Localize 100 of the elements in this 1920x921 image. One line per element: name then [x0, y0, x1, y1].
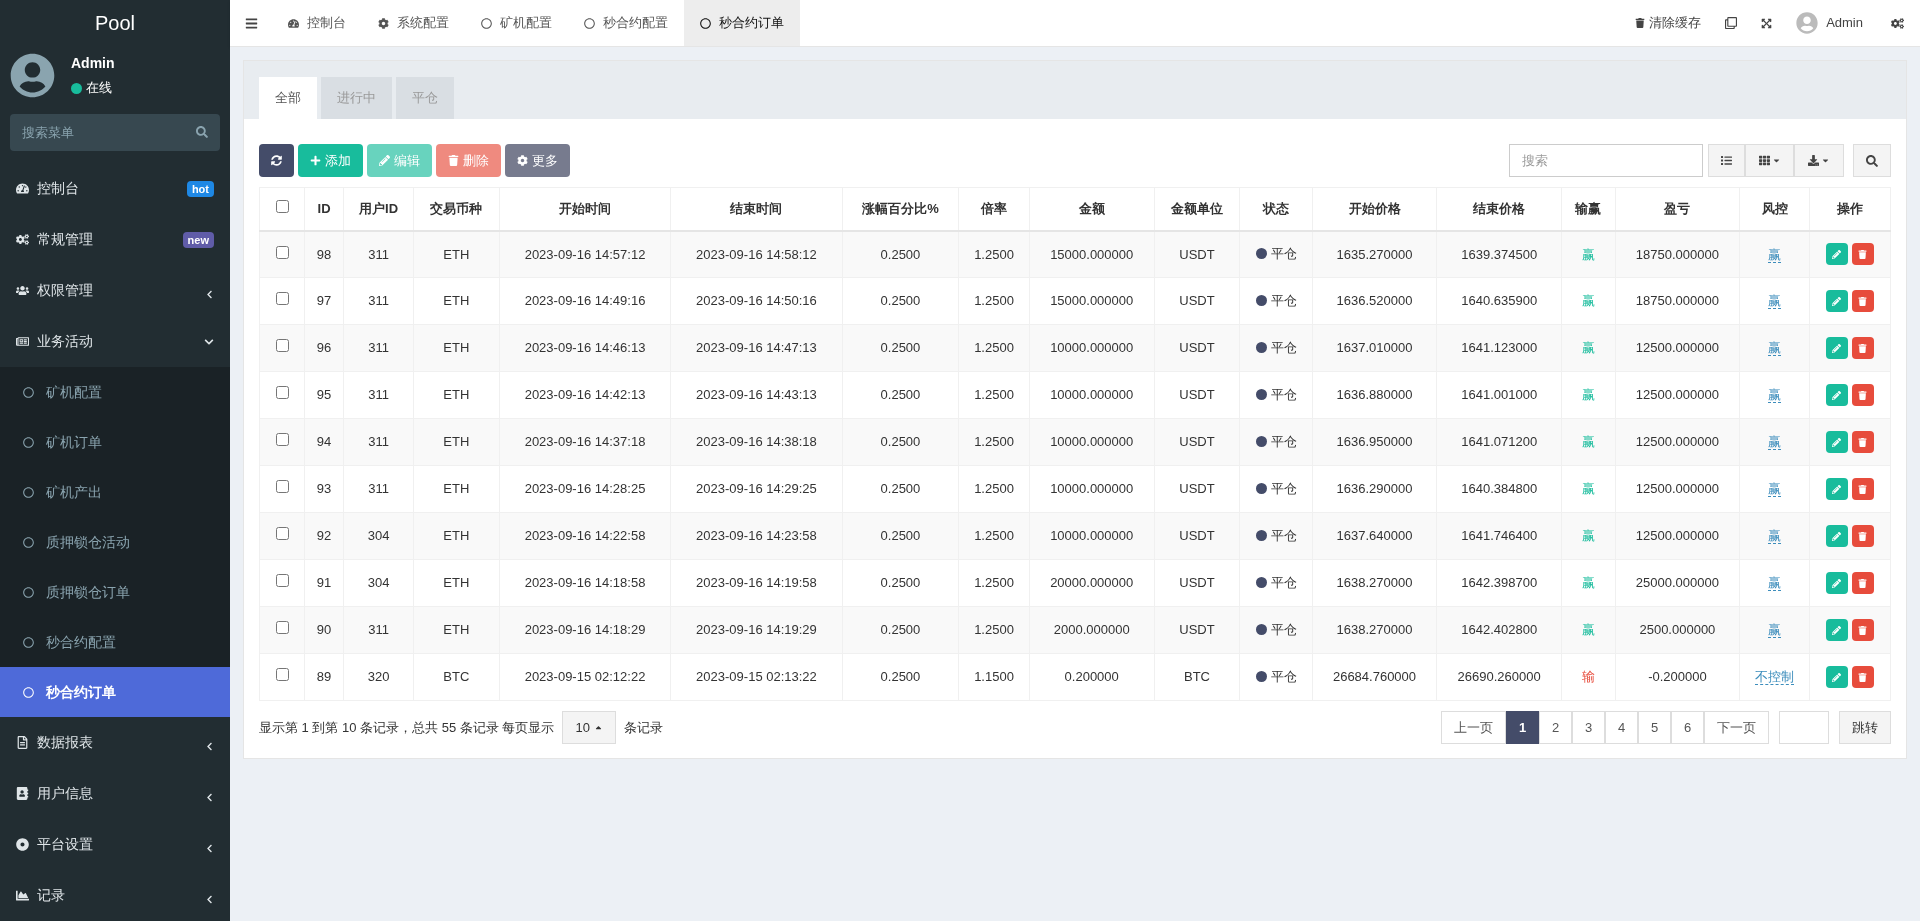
submenu-item[interactable]: 秒合约配置 [0, 617, 230, 667]
sidebar-menu-item[interactable]: 业务活动 [0, 316, 230, 367]
row-checkbox[interactable] [275, 621, 289, 635]
row-checkbox[interactable] [275, 574, 289, 588]
status-text: 平仓 [1270, 620, 1297, 639]
row-edit-button[interactable] [1826, 666, 1848, 688]
submenu-item[interactable]: 质押锁仓活动 [0, 517, 230, 567]
row-delete-button[interactable] [1852, 666, 1874, 688]
prev-page-button[interactable]: 上一页 [1441, 711, 1506, 744]
page-tab[interactable]: 秒合约订单 [684, 0, 800, 46]
result-cell: 赢 [1561, 371, 1616, 419]
filter-tab[interactable]: 全部 [259, 77, 317, 119]
risk-control-link[interactable]: 赢 [1768, 387, 1782, 404]
table-cell: 26690.260000 [1436, 653, 1562, 701]
page-tab[interactable]: 控制台 [272, 0, 362, 46]
table-search-field[interactable]: 搜索 [1509, 144, 1703, 177]
refresh-button[interactable] [259, 144, 294, 177]
sidebar-menu-item[interactable]: 常规管理 new [0, 214, 230, 265]
column-header: 用户ID [343, 187, 414, 231]
risk-control-link[interactable]: 赢 [1768, 575, 1782, 592]
pencil-icon [1832, 343, 1842, 353]
table-cell: 1.2500 [958, 606, 1030, 654]
row-checkbox[interactable] [275, 668, 289, 682]
page-size-dropdown[interactable]: 10 [562, 711, 616, 744]
page-tab[interactable]: 矿机配置 [465, 0, 568, 46]
risk-control-link[interactable]: 赢 [1768, 528, 1782, 545]
row-checkbox[interactable] [275, 433, 289, 447]
row-edit-button[interactable] [1826, 525, 1848, 547]
row-checkbox[interactable] [275, 527, 289, 541]
page-button[interactable]: 2 [1539, 711, 1572, 744]
page-button[interactable]: 6 [1671, 711, 1704, 744]
row-edit-button[interactable] [1826, 290, 1848, 312]
page-size-suffix: 条记录 [623, 718, 663, 737]
submenu-item[interactable]: 矿机产出 [0, 467, 230, 517]
jump-button[interactable]: 跳转 [1839, 711, 1891, 744]
row-edit-button[interactable] [1826, 337, 1848, 359]
sidebar-menu-item[interactable]: 记录 [0, 870, 230, 921]
select-all-checkbox[interactable] [275, 200, 289, 213]
trash-icon [1858, 249, 1868, 259]
menu-icon [244, 16, 258, 30]
row-edit-button[interactable] [1826, 478, 1848, 500]
row-edit-button[interactable] [1826, 572, 1848, 594]
page-button[interactable]: 4 [1605, 711, 1638, 744]
row-checkbox[interactable] [275, 339, 289, 353]
table-cell: 18750.000000 [1615, 277, 1740, 325]
export-button[interactable] [1794, 144, 1844, 177]
avatar-icon [1796, 12, 1819, 34]
toggle-view-button[interactable] [1708, 144, 1745, 177]
risk-control-link[interactable]: 赢 [1768, 246, 1782, 263]
risk-control-link[interactable]: 赢 [1768, 293, 1782, 310]
row-edit-button[interactable] [1826, 243, 1848, 266]
row-delete-button[interactable] [1852, 478, 1874, 500]
columns-button[interactable] [1745, 144, 1794, 177]
row-checkbox[interactable] [275, 386, 289, 400]
page-button[interactable]: 1 [1506, 711, 1539, 744]
submenu-item[interactable]: 矿机订单 [0, 417, 230, 467]
row-delete-button[interactable] [1852, 337, 1874, 359]
pencil-icon [1832, 578, 1842, 588]
risk-control-link[interactable]: 赢 [1768, 481, 1782, 498]
row-checkbox[interactable] [275, 245, 289, 259]
grid-icon [1758, 155, 1770, 166]
row-delete-button[interactable] [1852, 619, 1874, 641]
row-delete-button[interactable] [1852, 290, 1874, 312]
search-button[interactable] [1853, 144, 1891, 177]
risk-control-link[interactable]: 赢 [1768, 434, 1782, 451]
sidebar-menu-item[interactable]: 控制台 hot [0, 163, 230, 214]
column-header: ID [304, 187, 344, 231]
page-tab[interactable]: 系统配置 [362, 0, 465, 46]
sidebar-menu-item[interactable]: 平台设置 [0, 819, 230, 870]
row-delete-button[interactable] [1852, 572, 1874, 594]
sidebar-menu-item[interactable]: 权限管理 [0, 265, 230, 316]
page-button[interactable]: 3 [1572, 711, 1605, 744]
user-menu-button[interactable]: Admin [1784, 12, 1875, 34]
user-name: Admin [71, 54, 115, 74]
more-button[interactable]: 更多 [505, 144, 570, 177]
submenu-item[interactable]: 矿机配置 [0, 367, 230, 417]
row-delete-button[interactable] [1852, 525, 1874, 547]
row-edit-button[interactable] [1826, 384, 1848, 406]
row-checkbox[interactable] [275, 480, 289, 494]
page-button[interactable]: 5 [1638, 711, 1671, 744]
sidebar-menu-item[interactable]: 用户信息 [0, 768, 230, 819]
submenu-item[interactable]: 质押锁仓订单 [0, 567, 230, 617]
next-page-button[interactable]: 下一页 [1704, 711, 1769, 744]
menu-search-field[interactable]: 搜索菜单 [10, 114, 220, 151]
page-jump-field[interactable] [1779, 711, 1829, 744]
sidebar-menu-item[interactable]: 数据报表 [0, 717, 230, 768]
row-delete-button[interactable] [1852, 243, 1874, 266]
clear-cache-button[interactable]: 清除缓存 [1623, 13, 1714, 33]
row-delete-button[interactable] [1852, 384, 1874, 406]
risk-control-link[interactable]: 赢 [1768, 622, 1782, 639]
submenu-item[interactable]: 秒合约订单 [0, 667, 230, 717]
table-cell: 2023-09-16 14:29:25 [670, 465, 843, 513]
page-tab[interactable]: 秒合约配置 [568, 0, 684, 46]
risk-control-link[interactable]: 赢 [1768, 340, 1782, 357]
risk-control-link[interactable]: 不控制 [1755, 669, 1795, 686]
row-edit-button[interactable] [1826, 619, 1848, 641]
table-cell: 0.2500 [842, 465, 959, 513]
row-checkbox[interactable] [275, 292, 289, 306]
row-delete-button[interactable] [1852, 431, 1874, 453]
row-edit-button[interactable] [1826, 431, 1848, 453]
